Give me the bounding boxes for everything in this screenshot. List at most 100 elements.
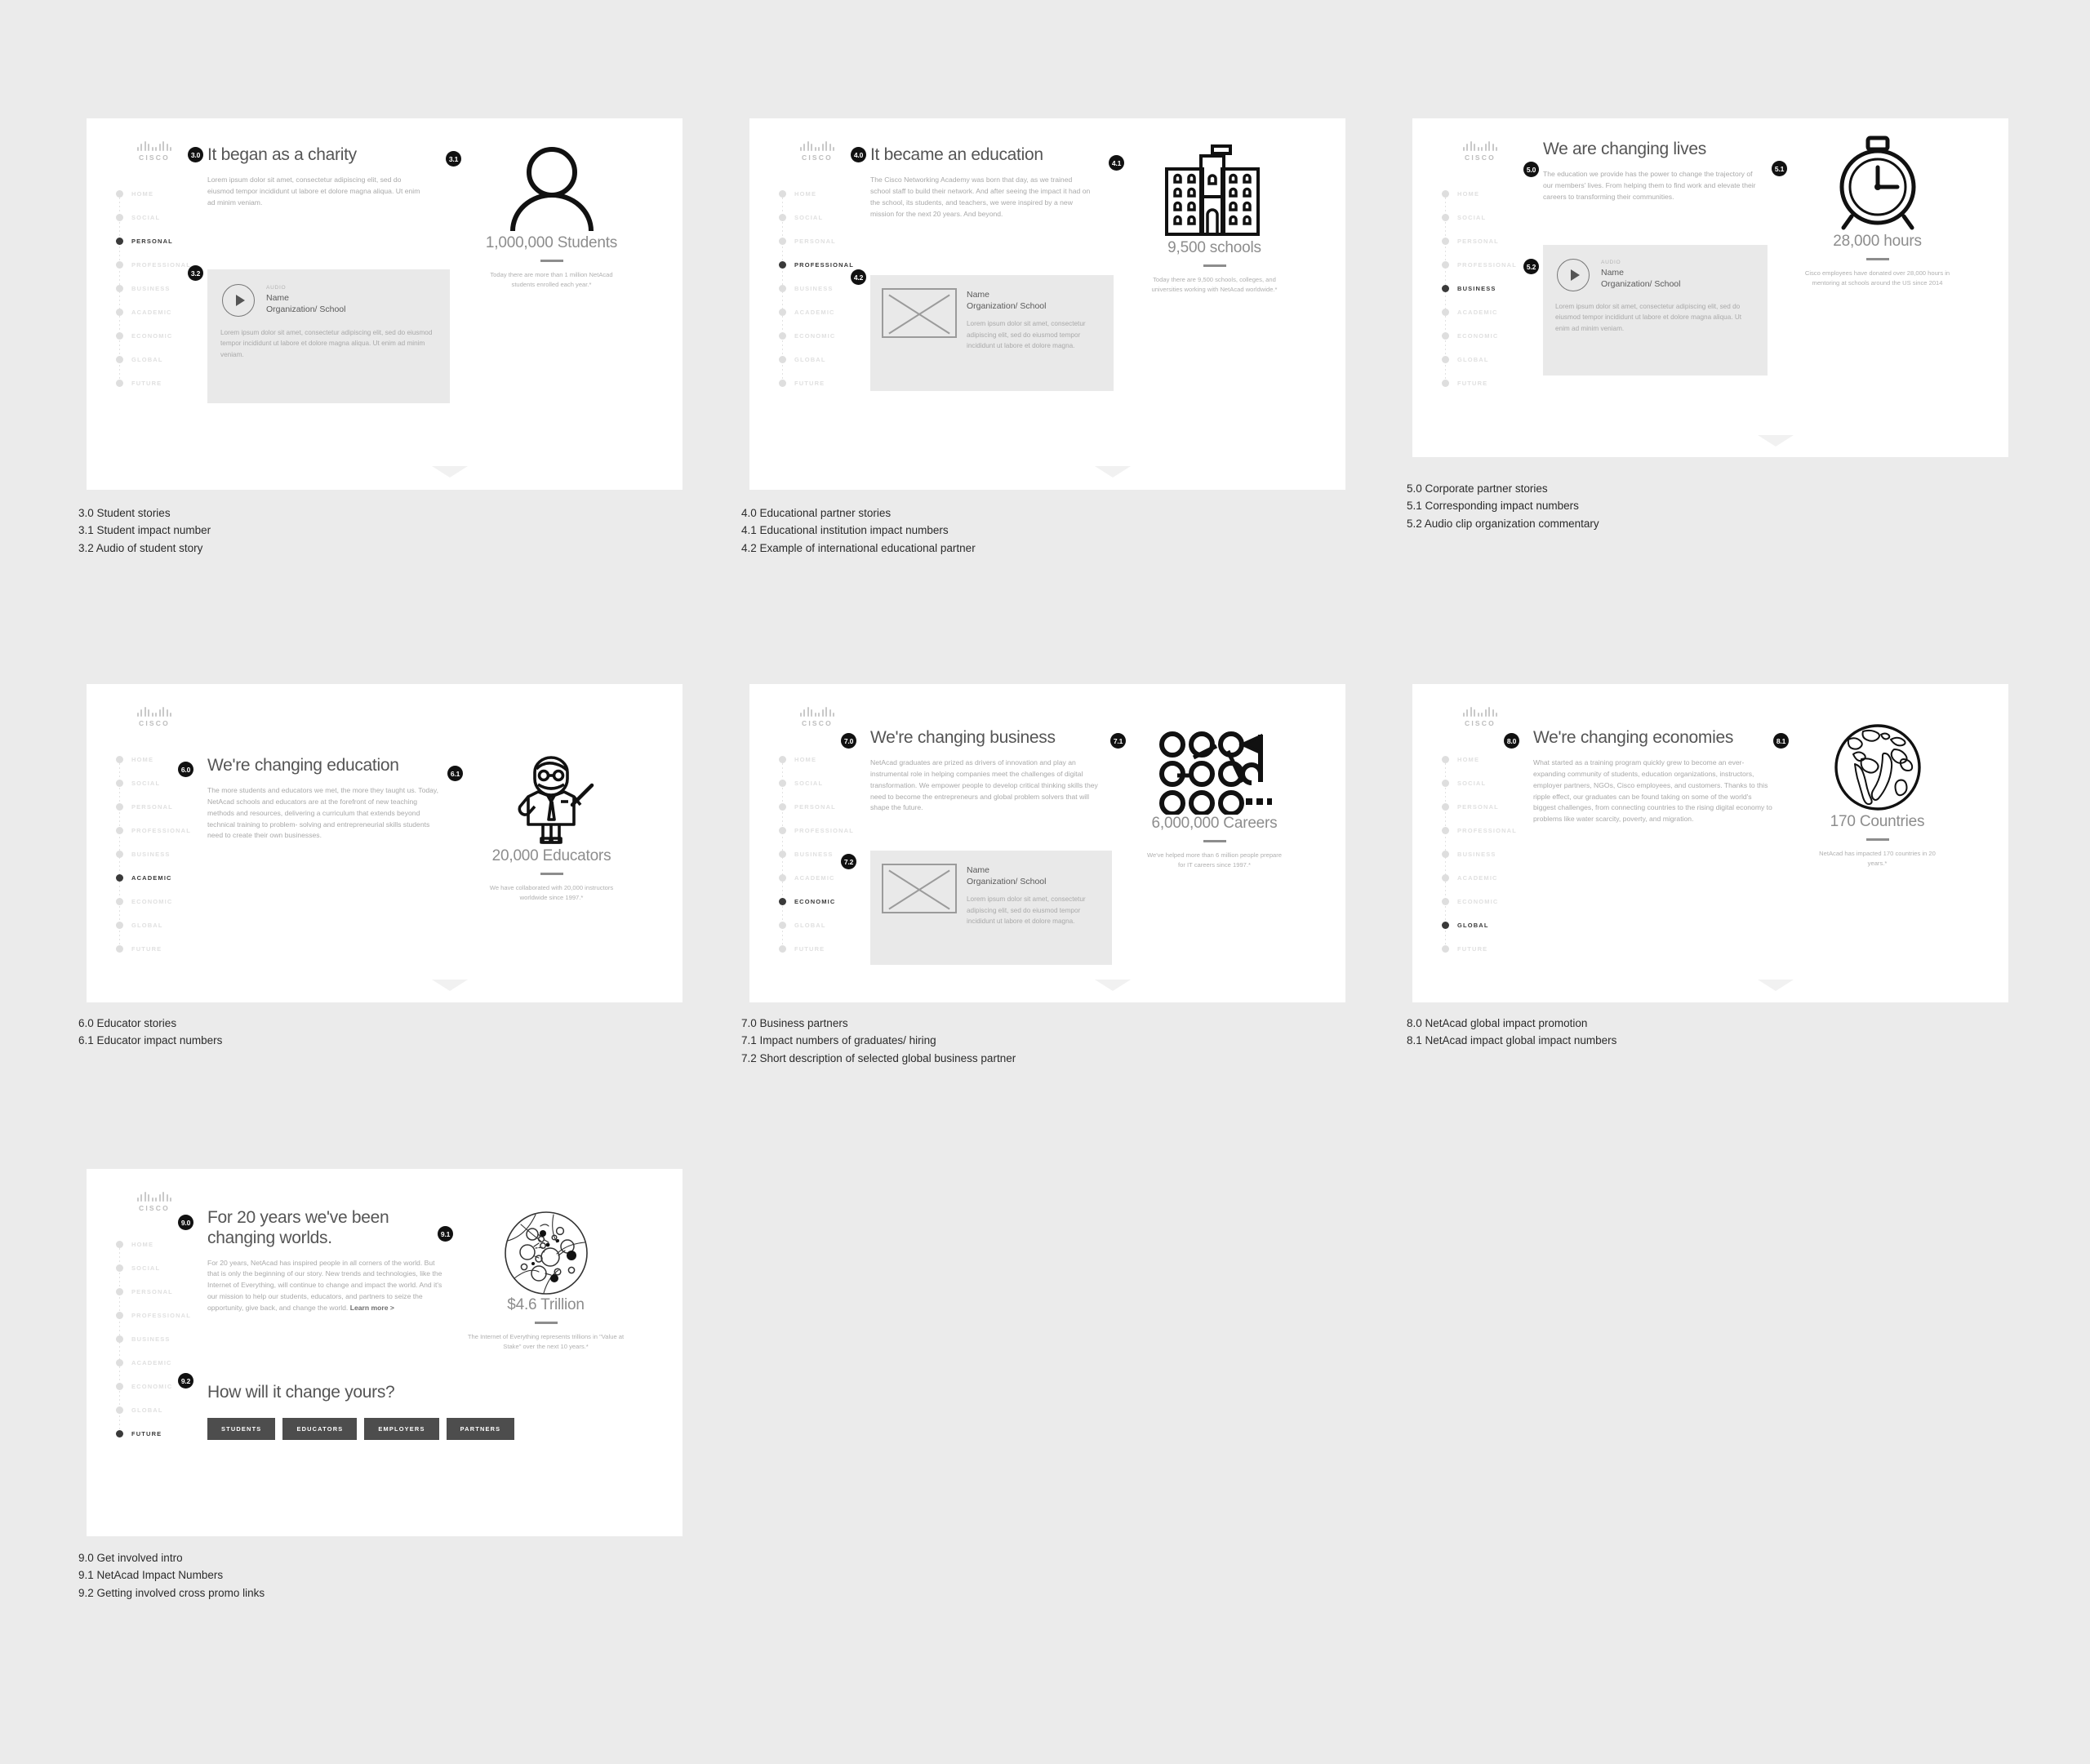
sidebar-item-business[interactable]: BUSINESS: [116, 842, 238, 866]
card-5-content: We are changing lives The education we p…: [1543, 140, 1763, 203]
sidebar-item-economic[interactable]: ECONOMIC: [116, 890, 238, 913]
wireframe-board: CISCO HOME SOCIAL PERSONAL PROFESSIONAL …: [0, 0, 2090, 1764]
nav-dot-icon: [779, 827, 786, 834]
cta-educators-button[interactable]: EDUCATORS: [282, 1418, 358, 1440]
learn-more-link[interactable]: Learn more >: [350, 1304, 394, 1312]
media-panel-7[interactable]: Name Organization/ School Lorem ipsum do…: [870, 851, 1112, 965]
sidebar-item-business[interactable]: BUSINESS: [1442, 842, 1564, 866]
annotation-badge-4-0: 4.0: [851, 147, 866, 162]
nav-dot-icon: [1442, 356, 1449, 363]
stat-caption-5: Cisco employees have donated over 28,000…: [1804, 269, 1950, 287]
annotation-badge-4-2: 4.2: [851, 269, 866, 285]
sidebar-item-professional[interactable]: PROFESSIONAL: [779, 253, 901, 277]
nav-dot-icon: [1442, 332, 1449, 340]
sidebar-item-personal[interactable]: PERSONAL: [116, 229, 238, 253]
stat-divider: [534, 1322, 558, 1324]
wireframe-card-5: CISCO HOME SOCIAL PERSONAL PROFESSIONAL …: [1412, 118, 2008, 457]
nav-dot-icon: [116, 285, 123, 292]
nav-dot-icon: [1442, 309, 1449, 316]
sidebar-item-professional[interactable]: PROFESSIONAL: [779, 819, 901, 842]
stat-divider: [1203, 840, 1226, 842]
card-7-title: We're changing business: [870, 728, 1056, 747]
play-icon[interactable]: [1557, 259, 1590, 291]
media-partner-org: Organization/ School: [967, 877, 1047, 887]
cisco-logo-wordmark: CISCO: [1465, 719, 1496, 727]
sidebar-item-social[interactable]: SOCIAL: [116, 206, 238, 229]
nav-dot-icon: [779, 380, 786, 387]
sidebar-item-global[interactable]: GLOBAL: [116, 913, 238, 937]
cisco-logo: CISCO: [1443, 141, 1517, 162]
sidebar-item-academic[interactable]: ACADEMIC: [116, 866, 238, 890]
annotation-badge-8-1: 8.1: [1773, 733, 1789, 749]
nav-dot-icon: [779, 285, 786, 292]
audio-panel-3[interactable]: AUDIO Name Organization/ School Lorem ip…: [207, 269, 450, 403]
image-placeholder-icon: [882, 288, 957, 338]
nav-dot-icon: [779, 356, 786, 363]
nav-dot-icon: [779, 945, 786, 953]
card-9-body-text: For 20 years, NetAcad has inspired peopl…: [207, 1258, 442, 1313]
card-4-caption: 4.0 Educational partner stories 4.1 Educ…: [741, 507, 976, 554]
sidebar-item-academic[interactable]: ACADEMIC: [1442, 866, 1564, 890]
stat-divider: [1865, 258, 1889, 260]
audio-speaker-name: Name: [1601, 268, 1625, 278]
sidebar-item-global[interactable]: GLOBAL: [1442, 913, 1564, 937]
audio-panel-5[interactable]: AUDIO Name Organization/ School Lorem ip…: [1543, 245, 1768, 375]
card-3-title: It began as a charity: [207, 145, 357, 164]
scroll-down-chevron[interactable]: [432, 980, 468, 991]
nav-dot-icon: [116, 1288, 123, 1295]
media-partner-name: Name: [967, 290, 990, 300]
card-5-title: We are changing lives: [1543, 140, 1706, 158]
nav-dot-icon: [779, 756, 786, 763]
sidebar-item-social[interactable]: SOCIAL: [1442, 206, 1564, 229]
play-icon[interactable]: [222, 284, 255, 317]
nav-dot-icon: [116, 898, 123, 905]
stat-number-7: 6,000,000 Careers: [1151, 815, 1278, 832]
card-3-content: It began as a charity Lorem ipsum dolor …: [207, 145, 424, 209]
nav-dot-icon: [116, 851, 123, 858]
cisco-logo: CISCO: [780, 141, 854, 162]
sidebar-item-business[interactable]: BUSINESS: [116, 1327, 238, 1351]
stat-caption-4: Today there are 9,500 schools, colleges,…: [1151, 276, 1278, 293]
media-panel-copy: Lorem ipsum dolor sit amet, consectetur …: [967, 895, 1086, 925]
scroll-down-chevron[interactable]: [1758, 980, 1794, 991]
sidebar-item-personal[interactable]: PERSONAL: [779, 229, 901, 253]
nav-dot-icon: [779, 214, 786, 221]
nav-dot-icon: [116, 827, 123, 834]
card-5-body: The education we provide has the power t…: [1543, 169, 1756, 201]
alarm-clock-icon: [1781, 133, 1973, 233]
scroll-down-chevron[interactable]: [1095, 980, 1131, 991]
cisco-logo: CISCO: [1443, 707, 1517, 727]
scroll-down-chevron[interactable]: [1095, 466, 1131, 478]
cta-employers-button[interactable]: EMPLOYERS: [364, 1418, 439, 1440]
nav-dot-icon: [779, 309, 786, 316]
nav-dot-icon: [116, 356, 123, 363]
cisco-logo-wordmark: CISCO: [139, 153, 170, 162]
audio-speaker-org: Organization/ School: [1601, 279, 1681, 290]
sidebar-item-future[interactable]: FUTURE: [116, 937, 238, 961]
annotation-badge-9-2: 9.2: [178, 1373, 193, 1389]
image-placeholder-icon: [882, 864, 957, 913]
scroll-down-chevron[interactable]: [1758, 435, 1794, 447]
wireframe-card-6: CISCO HOME SOCIAL PERSONAL PROFESSIONAL …: [87, 684, 683, 1002]
cta-partners-button[interactable]: PARTNERS: [446, 1418, 515, 1440]
nav-dot-icon: [116, 261, 123, 269]
media-panel-4[interactable]: Name Organization/ School Lorem ipsum do…: [870, 275, 1114, 391]
scroll-down-chevron[interactable]: [432, 466, 468, 478]
annotation-badge-7-0: 7.0: [841, 733, 856, 749]
cta-students-button[interactable]: STUDENTS: [207, 1418, 276, 1440]
sidebar-item-economic[interactable]: ECONOMIC: [1442, 890, 1564, 913]
audio-speaker-name: Name: [266, 293, 290, 303]
sidebar-item-future[interactable]: FUTURE: [1442, 937, 1564, 961]
stat-caption-9: The Internet of Everything represents tr…: [467, 1333, 625, 1350]
nav-dot-icon: [1442, 285, 1449, 292]
sidebar-item-academic[interactable]: ACADEMIC: [116, 1351, 238, 1375]
nav-dot-icon: [116, 922, 123, 929]
cisco-logo-wordmark: CISCO: [802, 153, 833, 162]
stat-block-9: $4.6 Trillion The Internet of Everything…: [454, 1208, 638, 1352]
nav-dot-icon: [1442, 190, 1449, 198]
stat-number-6: 20,000 Educators: [491, 847, 611, 864]
stat-number-8: 170 Countries: [1830, 813, 1925, 830]
audio-panel-copy: Lorem ipsum dolor sit amet, consectetur …: [1555, 303, 1742, 332]
nav-dot-icon: [116, 1383, 123, 1390]
stat-caption-7: We've helped more than 6 million people …: [1146, 851, 1283, 869]
